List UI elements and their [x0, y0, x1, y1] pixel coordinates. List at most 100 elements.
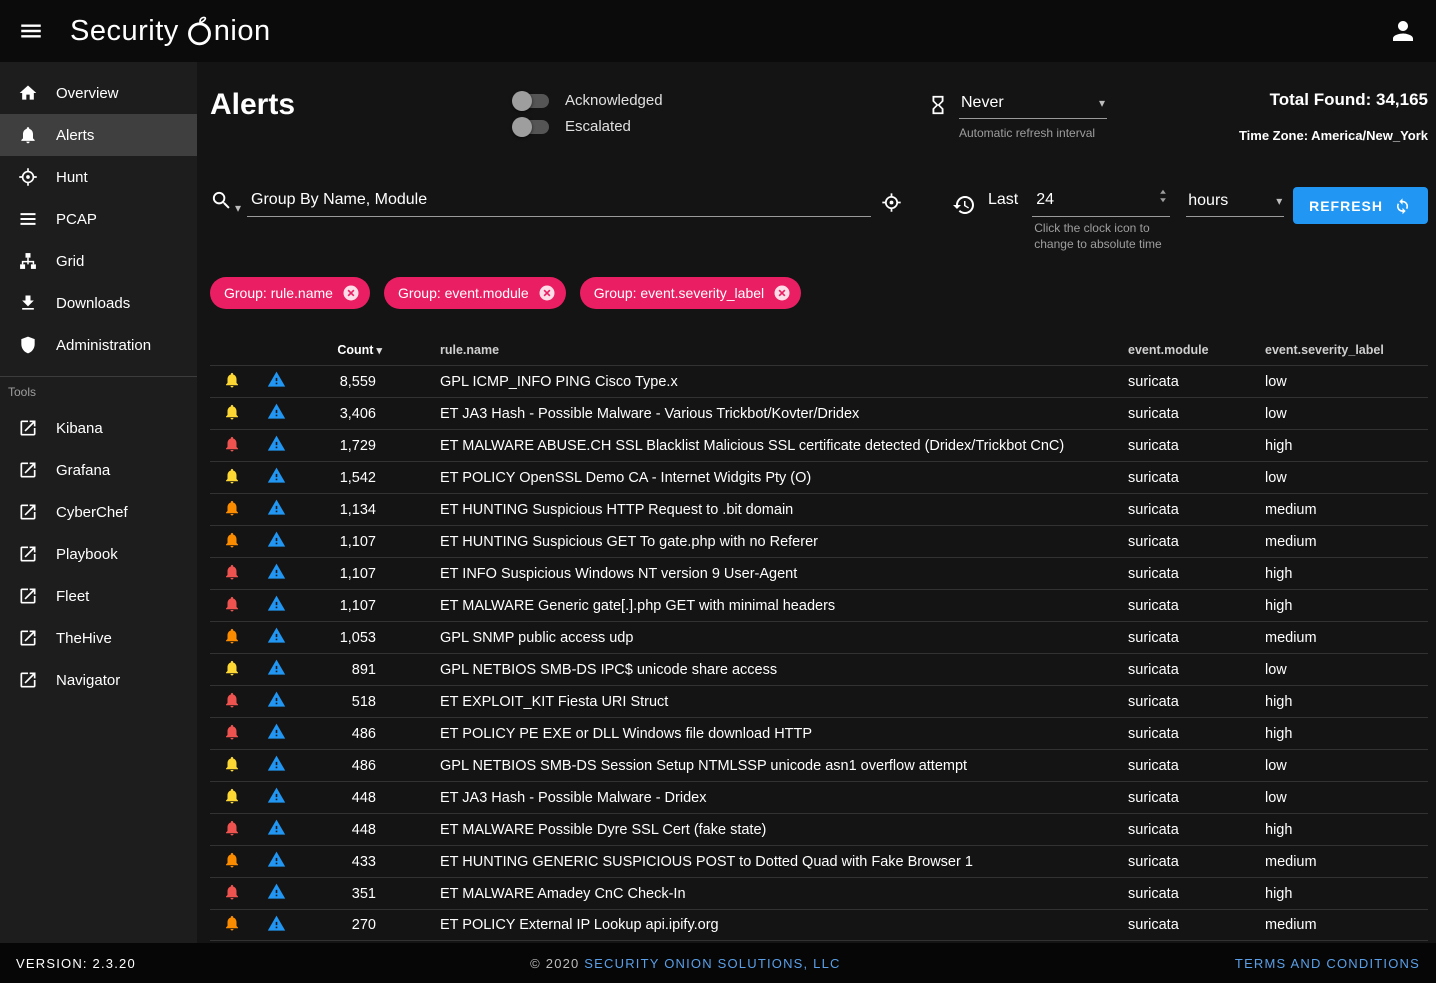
info-triangle-icon[interactable] — [267, 754, 286, 777]
info-triangle-icon[interactable] — [267, 882, 286, 905]
table-row[interactable]: 3,406 ET JA3 Hash - Possible Malware - V… — [210, 397, 1428, 429]
list-icon — [17, 209, 39, 229]
sidebar-item-label: CyberChef — [56, 504, 128, 521]
info-triangle-icon[interactable] — [267, 530, 286, 553]
external-link-icon — [17, 502, 39, 522]
sidebar-nav: Overview Alerts Hunt PCAP Grid Downloads… — [0, 72, 197, 366]
terms-link[interactable]: TERMS AND CONDITIONS — [1235, 956, 1420, 971]
info-triangle-icon[interactable] — [267, 434, 286, 457]
table-row[interactable]: 448 ET MALWARE Possible Dyre SSL Cert (f… — [210, 813, 1428, 845]
history-clock-icon[interactable] — [952, 193, 976, 217]
info-triangle-icon[interactable] — [267, 850, 286, 873]
sidebar-item-label: Navigator — [56, 672, 120, 689]
group-filter-chip[interactable]: Group: event.module — [384, 277, 566, 309]
count-column-header[interactable]: Count▾ — [298, 343, 384, 357]
table-row[interactable]: 270 ET POLICY External IP Lookup api.ipi… — [210, 909, 1428, 941]
toggle-switch[interactable] — [515, 94, 549, 108]
count-cell: 1,053 — [298, 630, 384, 646]
tool-link-navigator[interactable]: Navigator — [0, 659, 197, 701]
table-row[interactable]: 351 ET MALWARE Amadey CnC Check-In suric… — [210, 877, 1428, 909]
info-triangle-icon[interactable] — [267, 914, 286, 937]
info-triangle-icon[interactable] — [267, 562, 286, 585]
tool-link-thehive[interactable]: TheHive — [0, 617, 197, 659]
group-filter-chip[interactable]: Group: rule.name — [210, 277, 370, 309]
sidebar-item-overview[interactable]: Overview — [0, 72, 197, 114]
info-triangle-icon[interactable] — [267, 402, 286, 425]
refresh-button[interactable]: REFRESH — [1293, 187, 1428, 224]
info-triangle-icon[interactable] — [267, 722, 286, 745]
info-triangle-icon[interactable] — [267, 658, 286, 681]
toggle-switch[interactable] — [515, 120, 549, 134]
group-filter-chip[interactable]: Group: event.severity_label — [580, 277, 801, 309]
info-triangle-icon[interactable] — [267, 690, 286, 713]
table-row[interactable]: 1,107 ET INFO Suspicious Windows NT vers… — [210, 557, 1428, 589]
sidebar-item-grid[interactable]: Grid — [0, 240, 197, 282]
search-input[interactable] — [247, 187, 871, 217]
table-row[interactable]: 448 ET JA3 Hash - Possible Malware - Dri… — [210, 781, 1428, 813]
acknowledged-toggle[interactable]: Acknowledged — [515, 92, 927, 109]
sidebar-item-hunt[interactable]: Hunt — [0, 156, 197, 198]
table-row[interactable]: 486 ET POLICY PE EXE or DLL Windows file… — [210, 717, 1428, 749]
refresh-interval-select[interactable]: Never ▾ — [959, 94, 1107, 119]
escalated-toggle[interactable]: Escalated — [515, 118, 927, 135]
chip-close-icon[interactable] — [538, 284, 556, 302]
rule-name-cell: GPL NETBIOS SMB-DS IPC$ unicode share ac… — [384, 662, 1128, 678]
timezone-label: Time Zone: America/New_York — [1239, 128, 1428, 143]
tool-link-playbook[interactable]: Playbook — [0, 533, 197, 575]
info-triangle-icon[interactable] — [267, 370, 286, 393]
time-range-input[interactable] — [1032, 187, 1170, 217]
table-row[interactable]: 1,107 ET HUNTING Suspicious GET To gate.… — [210, 525, 1428, 557]
external-link-icon — [17, 670, 39, 690]
table-row[interactable]: 1,107 ET MALWARE Generic gate[.].php GET… — [210, 589, 1428, 621]
severity-column-header[interactable]: event.severity_label — [1265, 343, 1428, 357]
severity-bell-icon — [223, 627, 241, 649]
table-row[interactable]: 1,134 ET HUNTING Suspicious HTTP Request… — [210, 493, 1428, 525]
table-row[interactable]: 486 GPL NETBIOS SMB-DS Session Setup NTM… — [210, 749, 1428, 781]
sidebar-item-pcap[interactable]: PCAP — [0, 198, 197, 240]
menu-icon[interactable] — [18, 18, 44, 44]
info-triangle-icon[interactable] — [267, 818, 286, 841]
filter-chips: Group: rule.name Group: event.module Gro… — [210, 277, 1428, 309]
user-avatar-icon[interactable] — [1388, 16, 1418, 46]
rule-name-column-header[interactable]: rule.name — [384, 343, 1128, 357]
info-triangle-icon[interactable] — [267, 786, 286, 809]
count-cell: 448 — [298, 822, 384, 838]
main-content: Alerts Acknowledged Escalated — [197, 62, 1436, 943]
info-triangle-icon[interactable] — [267, 626, 286, 649]
refresh-button-label: REFRESH — [1309, 198, 1383, 214]
sidebar-item-label: Hunt — [56, 169, 88, 186]
table-row[interactable]: 891 GPL NETBIOS SMB-DS IPC$ unicode shar… — [210, 653, 1428, 685]
info-triangle-icon[interactable] — [267, 594, 286, 617]
tool-link-cyberchef[interactable]: CyberChef — [0, 491, 197, 533]
severity-cell: medium — [1265, 854, 1428, 870]
count-cell: 8,559 — [298, 374, 384, 390]
info-triangle-icon[interactable] — [267, 466, 286, 489]
table-row[interactable]: 518 ET EXPLOIT_KIT Fiesta URI Struct sur… — [210, 685, 1428, 717]
table-row[interactable]: 1,542 ET POLICY OpenSSL Demo CA - Intern… — [210, 461, 1428, 493]
tool-link-kibana[interactable]: Kibana — [0, 407, 197, 449]
module-column-header[interactable]: event.module — [1128, 343, 1265, 357]
search-mode-chevron-icon[interactable]: ▾ — [235, 201, 241, 215]
time-unit-select[interactable]: hours ▾ — [1186, 192, 1284, 217]
module-cell: suricata — [1128, 886, 1265, 902]
number-stepper-icon[interactable] — [1156, 188, 1170, 209]
tool-link-grafana[interactable]: Grafana — [0, 449, 197, 491]
tool-link-fleet[interactable]: Fleet — [0, 575, 197, 617]
home-icon — [17, 83, 39, 103]
table-row[interactable]: 8,559 GPL ICMP_INFO PING Cisco Type.x su… — [210, 365, 1428, 397]
sidebar-item-alerts[interactable]: Alerts — [0, 114, 197, 156]
info-triangle-icon[interactable] — [267, 498, 286, 521]
severity-bell-icon — [223, 659, 241, 681]
sidebar-item-downloads[interactable]: Downloads — [0, 282, 197, 324]
chip-close-icon[interactable] — [773, 284, 791, 302]
table-row[interactable]: 1,729 ET MALWARE ABUSE.CH SSL Blacklist … — [210, 429, 1428, 461]
quick-actions-icon[interactable] — [881, 192, 902, 213]
copyright-link[interactable]: SECURITY ONION SOLUTIONS, LLC — [584, 956, 840, 971]
table-row[interactable]: 433 ET HUNTING GENERIC SUSPICIOUS POST t… — [210, 845, 1428, 877]
severity-cell: high — [1265, 886, 1428, 902]
rule-name-cell: ET HUNTING Suspicious GET To gate.php wi… — [384, 534, 1128, 550]
chip-close-icon[interactable] — [342, 284, 360, 302]
table-row[interactable]: 1,053 GPL SNMP public access udp suricat… — [210, 621, 1428, 653]
sidebar-item-administration[interactable]: Administration — [0, 324, 197, 366]
severity-bell-icon — [223, 563, 241, 585]
